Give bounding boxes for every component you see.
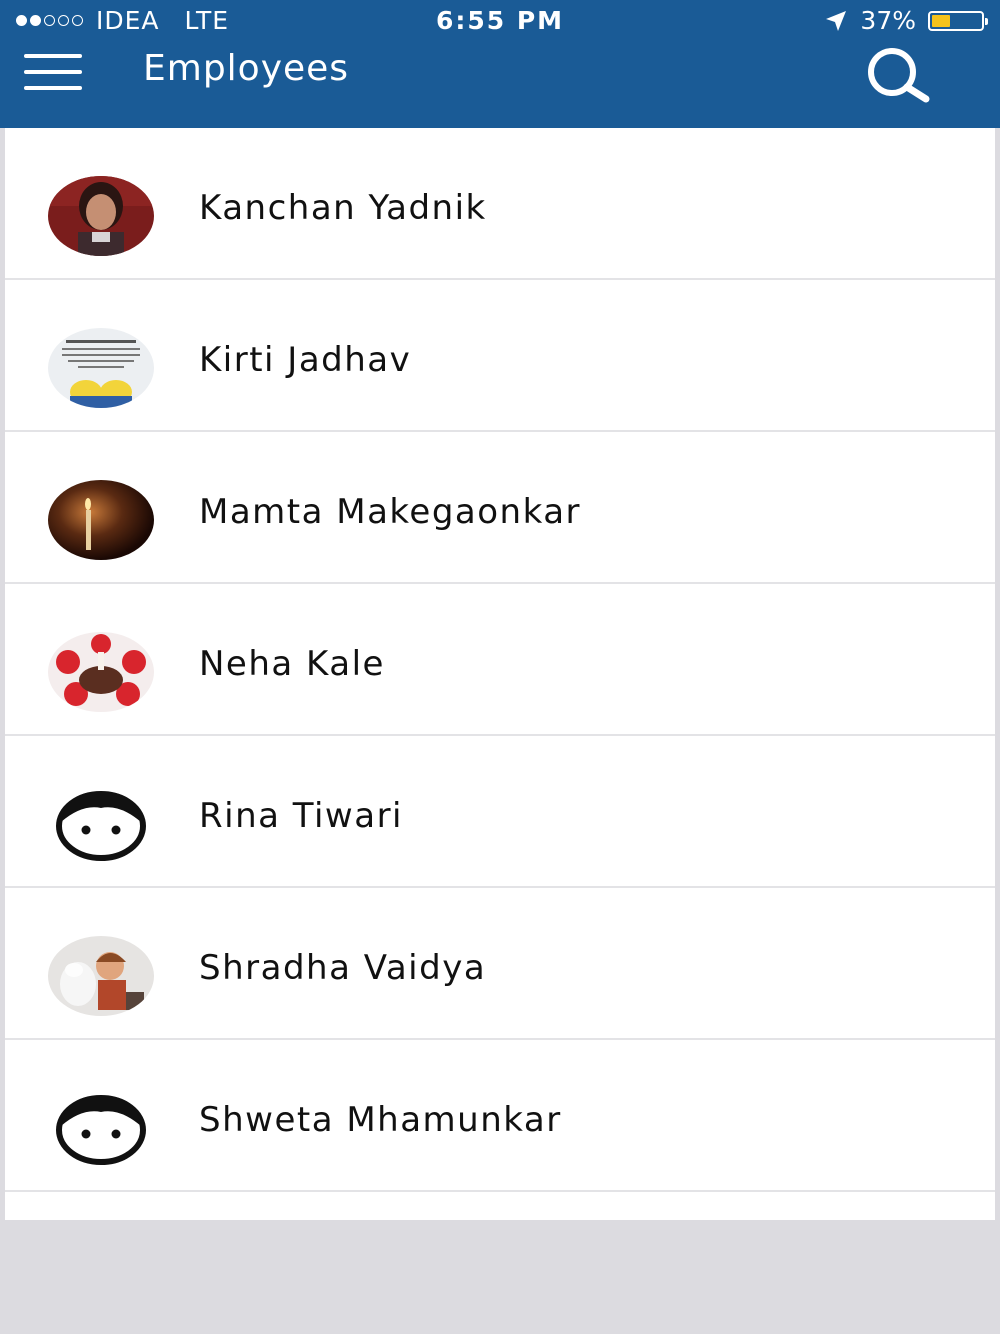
battery-percent: 37% — [860, 6, 916, 35]
default-face-icon — [48, 784, 154, 864]
employee-name: Shweta Mhamunkar — [199, 1100, 562, 1140]
hamburger-menu-icon[interactable] — [24, 54, 82, 92]
employee-name: Shradha Vaidya — [199, 948, 487, 988]
employee-row[interactable]: Shweta Mhamunkar — [5, 1040, 995, 1192]
employee-row[interactable]: Shradha Vaidya — [5, 888, 995, 1040]
employee-name: Mamta Makegaonkar — [199, 492, 582, 532]
location-arrow-icon — [826, 10, 847, 31]
avatar — [48, 328, 154, 408]
employee-row[interactable]: Mamta Makegaonkar — [5, 432, 995, 584]
avatar — [48, 632, 154, 712]
employee-list: Kanchan Yadnik Kirti Jadhav Mamta Makega… — [5, 128, 995, 1220]
employee-name: Neha Kale — [199, 644, 385, 684]
avatar — [48, 480, 154, 560]
employee-row[interactable]: Kirti Jadhav — [5, 280, 995, 432]
app-header: IDEA LTE 6:55 PM 37% Employees — [0, 0, 1000, 128]
search-icon[interactable] — [862, 48, 932, 104]
employee-row[interactable]: Neha Kale — [5, 584, 995, 736]
employee-name: Kirti Jadhav — [199, 340, 412, 380]
avatar — [48, 936, 154, 1016]
battery-level — [932, 14, 950, 27]
employee-row[interactable]: Kanchan Yadnik — [5, 128, 995, 280]
employee-row[interactable]: Rina Tiwari — [5, 736, 995, 888]
employee-name: Rina Tiwari — [199, 796, 403, 836]
avatar — [48, 176, 154, 256]
status-right: 37% — [824, 6, 988, 35]
default-face-icon — [48, 1088, 154, 1168]
status-bar: IDEA LTE 6:55 PM 37% — [0, 0, 1000, 40]
employee-name: Kanchan Yadnik — [199, 188, 487, 228]
page-title: Employees — [143, 48, 350, 89]
battery-icon — [928, 10, 988, 31]
